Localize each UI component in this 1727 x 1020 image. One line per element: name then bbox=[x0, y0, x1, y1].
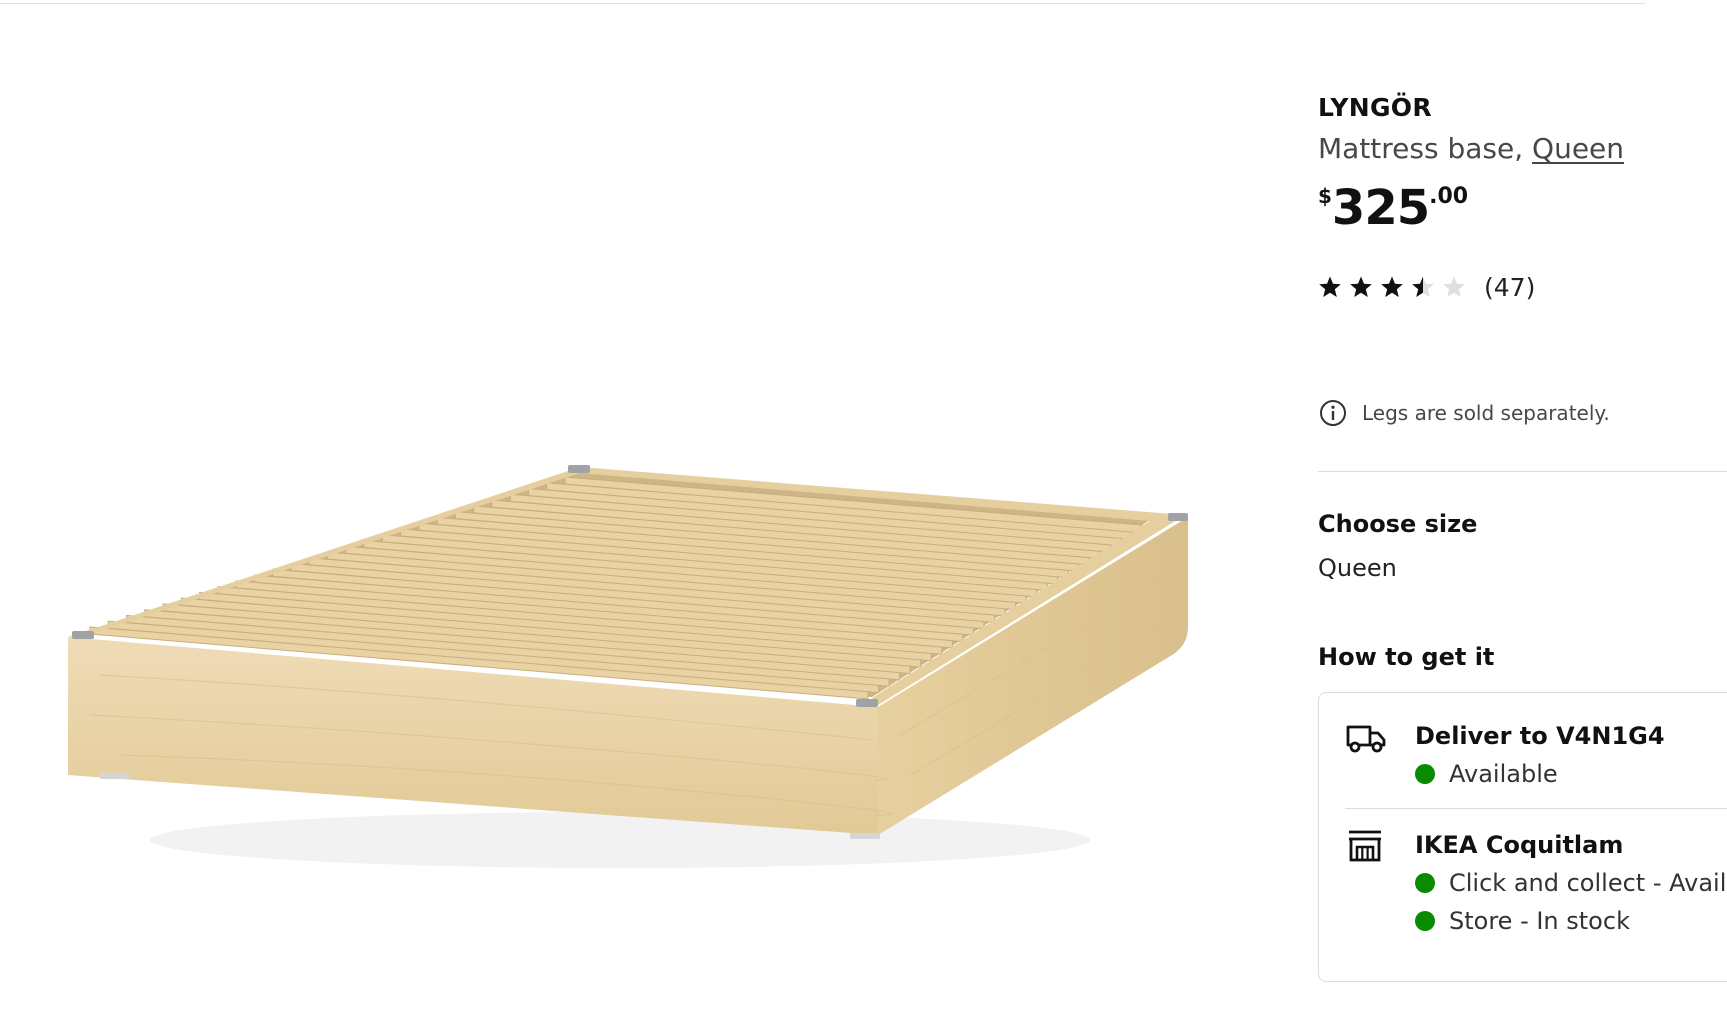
delivery-title: Deliver to V4N1G4 bbox=[1415, 722, 1665, 750]
rating-summary[interactable]: (47) bbox=[1318, 272, 1536, 302]
store-title: IKEA Coquitlam bbox=[1415, 831, 1624, 859]
status-dot bbox=[1415, 911, 1435, 931]
option-divider bbox=[1345, 808, 1727, 809]
product-name: LYNGÖR bbox=[1318, 93, 1432, 122]
price-integer: 325 bbox=[1331, 180, 1430, 236]
star-icon bbox=[1350, 276, 1372, 297]
star-icon bbox=[1381, 276, 1403, 297]
star-icon bbox=[1319, 276, 1341, 297]
product-price: $325.00 bbox=[1318, 180, 1468, 236]
store-icon bbox=[1349, 830, 1381, 862]
star-icon bbox=[1443, 276, 1465, 297]
in-store-status: Store - In stock bbox=[1415, 904, 1727, 938]
product-type: Mattress base, bbox=[1318, 132, 1533, 165]
status-text: Store - In stock bbox=[1449, 907, 1630, 935]
notice-text: Legs are sold separately. bbox=[1362, 401, 1610, 425]
product-description: Mattress base, Queen bbox=[1318, 132, 1624, 165]
status-text: Click and collect - Available bbox=[1449, 869, 1727, 897]
choose-size-heading: Choose size bbox=[1318, 510, 1478, 538]
status-dot bbox=[1415, 764, 1435, 784]
delivery-option[interactable]: Deliver to V4N1G4 Available bbox=[1345, 719, 1665, 791]
info-icon bbox=[1320, 400, 1346, 426]
delivery-status: Available bbox=[1415, 757, 1665, 791]
product-image[interactable] bbox=[60, 455, 1200, 895]
size-link[interactable]: Queen bbox=[1532, 132, 1624, 165]
delivery-truck-icon bbox=[1346, 725, 1386, 753]
status-text: Available bbox=[1449, 760, 1558, 788]
how-to-get-it-heading: How to get it bbox=[1318, 643, 1495, 671]
size-selector[interactable]: Queen bbox=[1318, 554, 1397, 582]
review-count: (47) bbox=[1484, 272, 1536, 302]
star-icon bbox=[1412, 276, 1434, 297]
price-currency: $ bbox=[1318, 184, 1332, 208]
availability-box: Deliver to V4N1G4 Available IKEA Coquitl… bbox=[1318, 692, 1727, 982]
price-decimal: .00 bbox=[1429, 184, 1469, 209]
star-rating bbox=[1318, 275, 1466, 299]
section-divider bbox=[1318, 471, 1727, 472]
top-divider bbox=[0, 3, 1645, 4]
store-option[interactable]: IKEA Coquitlam Click and collect - Avail… bbox=[1345, 828, 1727, 938]
status-dot bbox=[1415, 873, 1435, 893]
legs-notice: Legs are sold separately. bbox=[1318, 398, 1610, 428]
click-collect-status: Click and collect - Available bbox=[1415, 866, 1727, 900]
